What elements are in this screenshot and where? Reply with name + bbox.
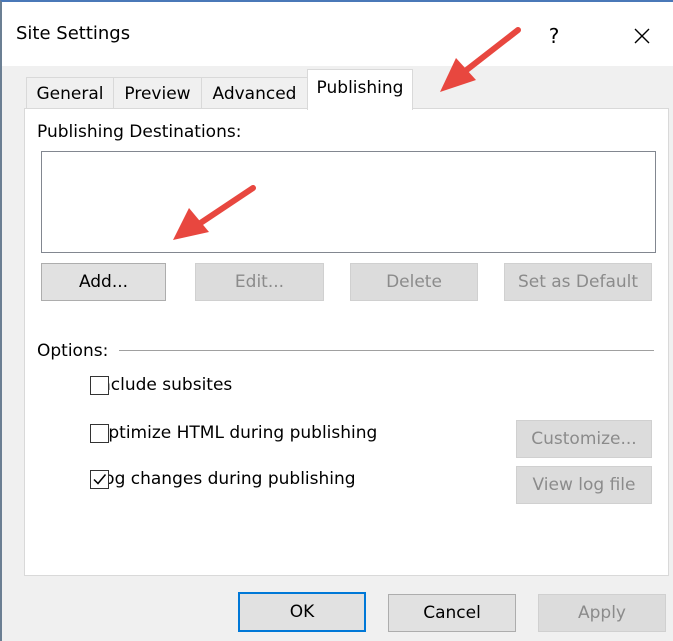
delete-button[interactable]: Delete bbox=[350, 263, 478, 301]
optimize-html-label: Optimize HTML during publishing bbox=[95, 423, 378, 443]
close-button[interactable] bbox=[622, 16, 662, 56]
tab-preview[interactable]: Preview bbox=[113, 77, 202, 109]
tab-advanced[interactable]: Advanced bbox=[201, 77, 308, 109]
tab-publishing[interactable]: Publishing bbox=[307, 69, 413, 110]
tab-label: General bbox=[36, 83, 104, 104]
optimize-html-checkbox[interactable] bbox=[90, 423, 109, 443]
include-subsites-label: Include subsites bbox=[95, 375, 233, 395]
edit-button[interactable]: Edit... bbox=[195, 263, 324, 301]
cancel-button-label: Cancel bbox=[423, 603, 481, 623]
close-icon bbox=[634, 28, 650, 44]
include-subsites-checkbox[interactable] bbox=[90, 375, 109, 395]
log-changes-checkbox[interactable] bbox=[90, 469, 109, 489]
ok-button-label: OK bbox=[289, 602, 315, 622]
window-title: Site Settings bbox=[16, 23, 131, 44]
customize-button-label: Customize... bbox=[531, 429, 637, 449]
add-button-label: Add... bbox=[78, 272, 129, 292]
ok-button[interactable]: OK bbox=[238, 592, 366, 632]
tab-label: Preview bbox=[124, 83, 191, 104]
options-separator bbox=[119, 350, 654, 351]
log-changes-option[interactable]: Log changes during publishing bbox=[90, 469, 356, 489]
add-button[interactable]: Add... bbox=[41, 263, 166, 301]
help-icon: ? bbox=[548, 24, 560, 48]
apply-button-label: Apply bbox=[578, 603, 626, 623]
title-bar: Site Settings ? bbox=[2, 2, 673, 66]
options-label: Options: bbox=[37, 341, 109, 361]
publishing-destinations-label: Publishing Destinations: bbox=[37, 122, 242, 142]
publishing-destinations-list[interactable] bbox=[41, 151, 656, 253]
help-button[interactable]: ? bbox=[534, 16, 574, 56]
view-log-file-label: View log file bbox=[532, 475, 636, 495]
include-subsites-option[interactable]: Include subsites bbox=[90, 375, 232, 395]
log-changes-label: Log changes during publishing bbox=[95, 469, 356, 489]
delete-button-label: Delete bbox=[386, 272, 442, 292]
optimize-html-option[interactable]: Optimize HTML during publishing bbox=[90, 423, 377, 443]
edit-button-label: Edit... bbox=[234, 272, 285, 292]
apply-button[interactable]: Apply bbox=[538, 594, 666, 632]
tab-label: Advanced bbox=[212, 83, 297, 104]
cancel-button[interactable]: Cancel bbox=[388, 594, 516, 632]
checkmark-icon bbox=[93, 473, 107, 485]
tab-general[interactable]: General bbox=[26, 77, 114, 109]
site-settings-dialog: Site Settings ? General Preview Advanced… bbox=[0, 0, 673, 641]
tab-label: Publishing bbox=[316, 78, 404, 98]
publishing-panel: Publishing Destinations: Add... Edit... … bbox=[24, 108, 669, 576]
view-log-file-button[interactable]: View log file bbox=[516, 466, 652, 504]
set-as-default-label: Set as Default bbox=[517, 272, 639, 292]
customize-button[interactable]: Customize... bbox=[516, 420, 652, 458]
set-as-default-button[interactable]: Set as Default bbox=[504, 263, 652, 301]
